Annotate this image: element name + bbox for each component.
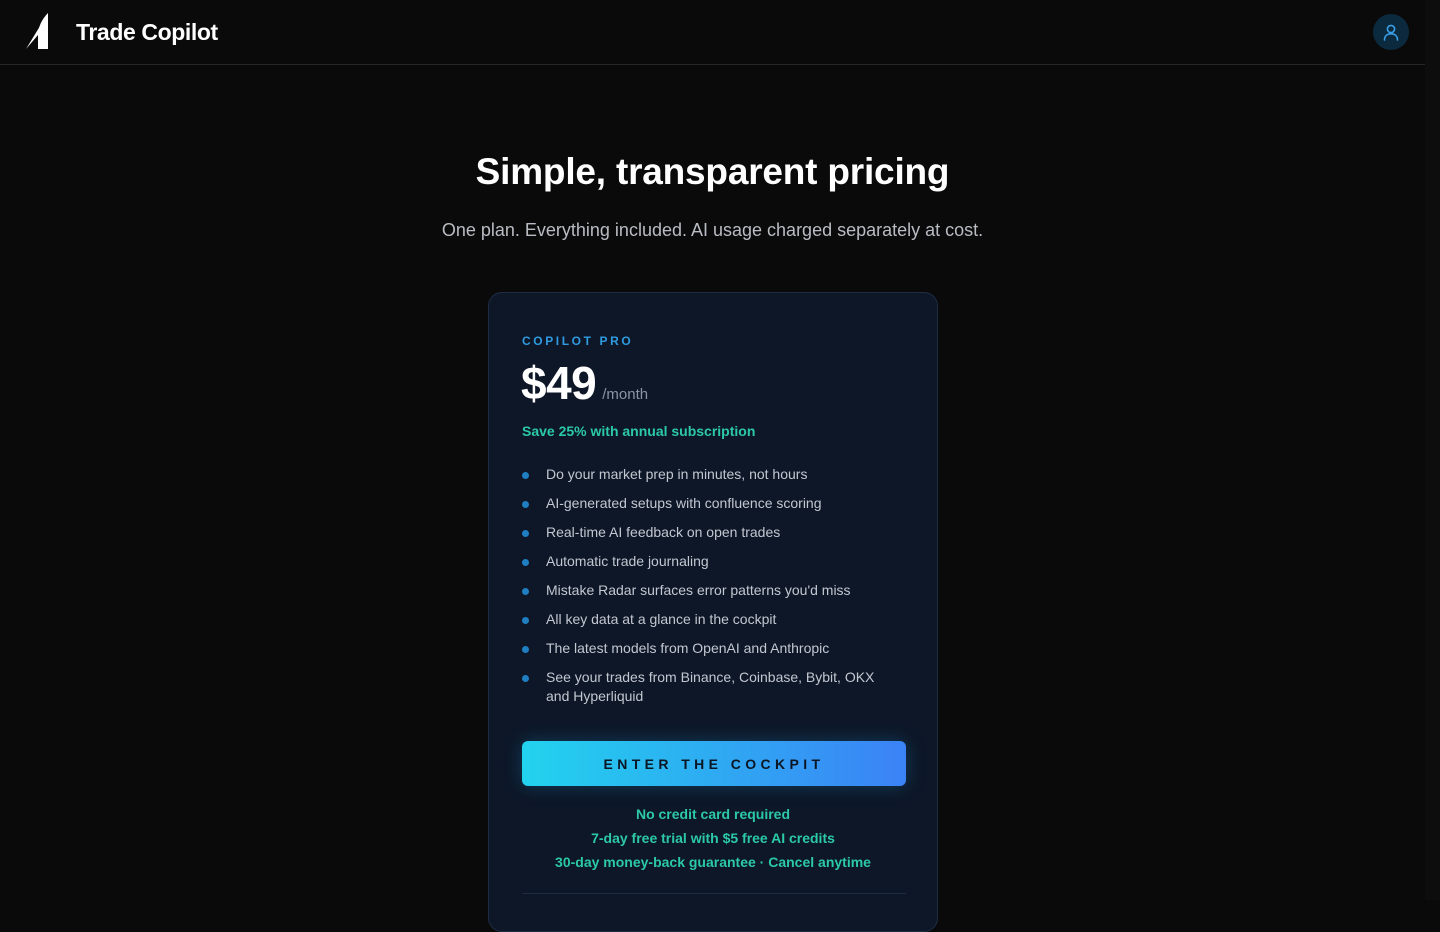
enter-cockpit-button[interactable]: ENTER THE COCKPIT <box>522 741 906 786</box>
feature-item: All key data at a glance in the cockpit <box>522 610 892 629</box>
bullet-dot-icon <box>522 675 529 682</box>
bullet-dot-icon <box>522 617 529 624</box>
bullet-dot-icon <box>522 501 529 508</box>
billing-period: /month <box>602 386 649 403</box>
feature-text: All key data at a glance in the cockpit <box>546 611 777 627</box>
no-credit-card-note: No credit card required <box>635 806 791 822</box>
plan-name: COPILOT PRO <box>522 334 634 348</box>
feature-item: Real-time AI feedback on open trades <box>522 523 892 542</box>
bullet-dot-icon <box>522 472 529 479</box>
page-subtitle: One plan. Everything included. AI usage … <box>441 220 984 240</box>
brand-name[interactable]: Trade Copilot <box>76 16 218 48</box>
feature-item: Automatic trade journaling <box>522 552 892 571</box>
page-title: Simple, transparent pricing <box>475 151 950 192</box>
feature-item: See your trades from Binance, Coinbase, … <box>522 668 892 706</box>
feature-list: Do your market prep in minutes, not hour… <box>522 465 892 716</box>
bullet-dot-icon <box>522 646 529 653</box>
price-row: $49 /month <box>521 357 648 409</box>
rocket-fin-icon[interactable] <box>24 13 50 51</box>
feature-text: See your trades from Binance, Coinbase, … <box>546 669 875 704</box>
pricing-card: COPILOT PRO $49 /month Save 25% with ann… <box>488 292 938 932</box>
feature-item: Do your market prep in minutes, not hour… <box>522 465 892 484</box>
scrollbar[interactable] <box>1425 0 1440 900</box>
plan-price: $49 <box>521 357 597 409</box>
feature-item: AI-generated setups with confluence scor… <box>522 494 892 513</box>
feature-text: Real-time AI feedback on open trades <box>546 524 781 540</box>
feature-text: AI-generated setups with confluence scor… <box>546 495 822 511</box>
top-bar: Trade Copilot <box>0 0 1425 65</box>
free-trial-note: 7-day free trial with $5 free AI credits <box>591 830 835 846</box>
feature-item: Mistake Radar surfaces error patterns yo… <box>522 581 892 600</box>
feature-text: Do your market prep in minutes, not hour… <box>546 466 808 482</box>
guarantee-note: 30-day money-back guarantee · Cancel any… <box>555 854 871 870</box>
feature-text: Automatic trade journaling <box>546 553 709 569</box>
bullet-dot-icon <box>522 588 529 595</box>
bullet-dot-icon <box>522 530 529 537</box>
feature-item: The latest models from OpenAI and Anthro… <box>522 639 892 658</box>
annual-savings-note: Save 25% with annual subscription <box>522 423 756 439</box>
feature-text: Mistake Radar surfaces error patterns yo… <box>546 582 851 598</box>
account-button[interactable] <box>1373 14 1409 50</box>
trial-notes: No credit card required 7-day free trial… <box>489 802 937 874</box>
user-icon <box>1383 24 1399 41</box>
feature-text: The latest models from OpenAI and Anthro… <box>546 640 830 656</box>
card-divider <box>522 893 906 894</box>
bullet-dot-icon <box>522 559 529 566</box>
